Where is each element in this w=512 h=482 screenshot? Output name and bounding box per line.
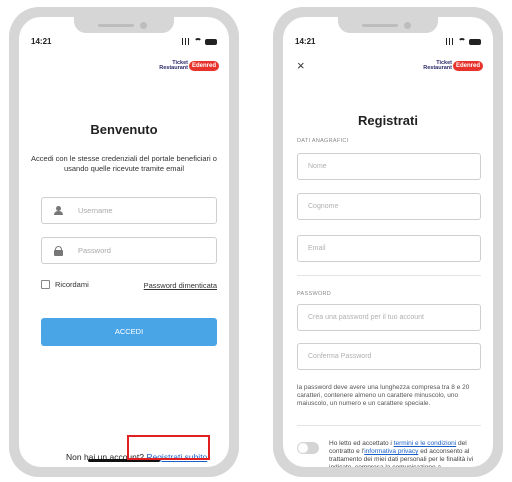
phone-notch bbox=[338, 17, 438, 33]
nome-field[interactable]: Nome bbox=[297, 153, 481, 180]
password-field[interactable]: Password bbox=[41, 237, 217, 264]
lock-icon bbox=[54, 246, 63, 256]
consent-text: Ho letto ed accettato i termini e le con… bbox=[329, 440, 474, 467]
password-placeholder: Password bbox=[78, 246, 111, 255]
section-password: PASSWORD bbox=[297, 291, 332, 297]
section-personal-data: DATI ANAGRAFICI bbox=[297, 138, 349, 144]
edenred-badge: Edenred bbox=[452, 61, 483, 71]
wifi-icon bbox=[194, 38, 202, 45]
status-bar: 14:21 bbox=[31, 37, 217, 51]
username-field[interactable]: Username bbox=[41, 197, 217, 224]
battery-icon bbox=[469, 38, 481, 45]
ticket-restaurant-logo: Ticket Restaurant Edenred bbox=[423, 59, 483, 73]
status-icons bbox=[182, 38, 217, 45]
status-icons bbox=[446, 38, 481, 45]
remember-me[interactable]: Ricordami bbox=[41, 280, 89, 289]
username-placeholder: Username bbox=[78, 206, 113, 215]
new-password-field[interactable]: Crea una password per il tuo account bbox=[297, 304, 481, 331]
phone-notch bbox=[74, 17, 174, 33]
logo-text: Ticket Restaurant bbox=[159, 59, 188, 71]
ticket-restaurant-logo: Ticket Restaurant Edenred bbox=[159, 59, 219, 73]
close-icon[interactable]: × bbox=[297, 58, 305, 73]
wifi-icon bbox=[458, 38, 466, 45]
section-divider bbox=[297, 275, 481, 276]
toggle-knob bbox=[298, 443, 308, 453]
consent-toggle[interactable] bbox=[297, 442, 319, 454]
battery-icon bbox=[205, 38, 217, 45]
login-screen: 14:21 Ticket Restaurant Edenred Benvenut… bbox=[19, 17, 229, 467]
status-time: 14:21 bbox=[295, 37, 316, 46]
email-field[interactable]: Email bbox=[297, 235, 481, 262]
password-requirements-note: la password deve avere una lunghezza com… bbox=[297, 384, 470, 407]
register-link-highlight bbox=[127, 435, 210, 460]
status-bar: 14:21 bbox=[295, 37, 481, 51]
privacy-link[interactable]: informativa privacy bbox=[364, 448, 418, 455]
phone-frame-register: 14:21 × Ticket Restaurant Edenred Regist… bbox=[273, 7, 503, 477]
logo-text: Ticket Restaurant bbox=[423, 59, 452, 71]
remember-label: Ricordami bbox=[55, 280, 89, 289]
edenred-badge: Edenred bbox=[188, 61, 219, 71]
register-screen: 14:21 × Ticket Restaurant Edenred Regist… bbox=[283, 17, 493, 467]
login-button[interactable]: ACCEDI bbox=[41, 318, 217, 346]
cognome-field[interactable]: Cognome bbox=[297, 193, 481, 220]
signal-icon bbox=[182, 38, 191, 45]
screenshot-canvas: 14:21 Ticket Restaurant Edenred Benvenut… bbox=[0, 0, 512, 482]
status-time: 14:21 bbox=[31, 37, 52, 46]
signal-icon bbox=[446, 38, 455, 45]
phone-frame-login: 14:21 Ticket Restaurant Edenred Benvenut… bbox=[9, 7, 239, 477]
section-divider bbox=[297, 425, 481, 426]
user-icon bbox=[54, 206, 63, 216]
page-title: Benvenuto bbox=[90, 122, 158, 137]
page-title: Registrati bbox=[358, 113, 418, 128]
terms-link[interactable]: termini e le condizioni bbox=[394, 440, 457, 447]
forgot-password-link[interactable]: Password dimenticata bbox=[144, 281, 217, 290]
remember-checkbox[interactable] bbox=[41, 280, 50, 289]
login-subtitle: Accedi con le stesse credenziali del por… bbox=[31, 154, 217, 173]
confirm-password-field[interactable]: Conferma Password bbox=[297, 343, 481, 370]
